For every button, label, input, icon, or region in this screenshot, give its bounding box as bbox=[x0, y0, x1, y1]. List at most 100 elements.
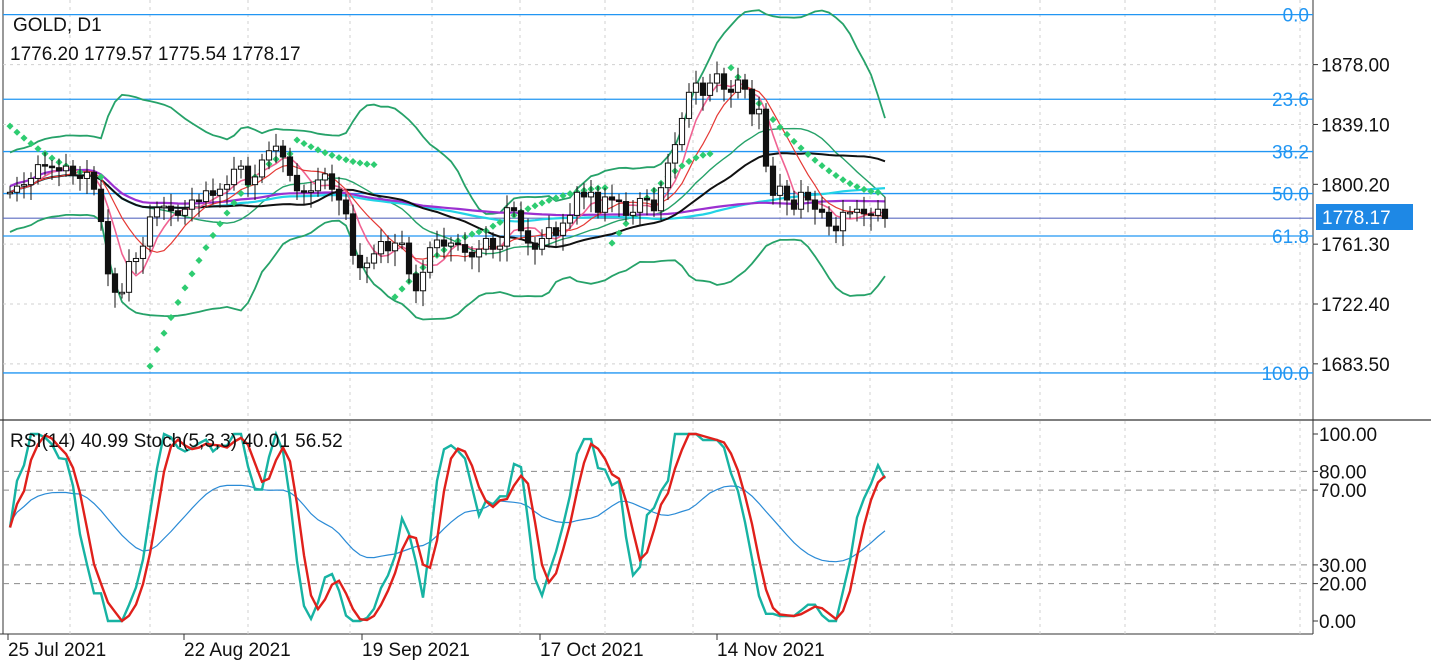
candle-body bbox=[454, 242, 462, 246]
candle-body bbox=[356, 254, 364, 269]
candle-body bbox=[790, 199, 798, 210]
sar-dot bbox=[293, 136, 301, 144]
fib-level-label: 100.0 bbox=[1261, 364, 1309, 385]
candle-body bbox=[685, 91, 693, 119]
candle-body bbox=[769, 165, 777, 196]
candle-body bbox=[293, 174, 301, 192]
candle-body bbox=[258, 159, 266, 178]
sar-dot bbox=[307, 143, 315, 151]
candle-body bbox=[244, 165, 252, 186]
price-tick-label: 1839.10 bbox=[1321, 115, 1390, 136]
sar-dot bbox=[398, 285, 406, 293]
candle-body bbox=[181, 208, 189, 216]
candle-body bbox=[622, 201, 630, 216]
candle-body bbox=[776, 185, 784, 196]
candle-body bbox=[342, 199, 350, 215]
candle-body bbox=[580, 191, 588, 198]
candle-body bbox=[860, 208, 868, 215]
candle-body bbox=[62, 165, 70, 172]
candle-body bbox=[230, 168, 238, 186]
candle-body bbox=[797, 191, 805, 210]
candle-body bbox=[251, 176, 259, 186]
sar-dot bbox=[727, 64, 735, 72]
candle-body bbox=[447, 242, 455, 247]
candle-body bbox=[398, 242, 406, 246]
sar-dot bbox=[356, 159, 364, 167]
candle-body bbox=[153, 207, 161, 218]
sar-dot bbox=[181, 284, 189, 292]
sar-dot bbox=[202, 244, 210, 252]
fib-level-label: 38.2 bbox=[1272, 143, 1309, 164]
sar-dot bbox=[174, 298, 182, 306]
indicator-label: RSI(14) 40.99 Stoch(5,3,3) 40.01 56.52 bbox=[10, 431, 343, 452]
grid bbox=[3, 0, 1313, 634]
candle-body bbox=[195, 199, 203, 203]
sar-dot bbox=[790, 137, 798, 145]
sar-dot bbox=[195, 256, 203, 264]
sar-dot bbox=[608, 239, 616, 247]
time-tick-label: 22 Aug 2021 bbox=[184, 640, 291, 661]
candle-body bbox=[6, 191, 14, 195]
candle-body bbox=[741, 79, 749, 90]
candle-body bbox=[111, 273, 119, 293]
candle-body bbox=[867, 213, 875, 216]
fib-level-label: 50.0 bbox=[1272, 185, 1309, 206]
candle-body bbox=[377, 241, 385, 255]
candle-body bbox=[27, 177, 35, 186]
candle-body bbox=[146, 216, 154, 247]
sar-dot bbox=[370, 161, 378, 169]
candle-body bbox=[657, 187, 665, 212]
candle-body bbox=[412, 273, 420, 292]
candle-body bbox=[482, 237, 490, 250]
sar-dot bbox=[160, 329, 168, 337]
candle-body bbox=[755, 108, 763, 115]
time-tick-label: 17 Oct 2021 bbox=[540, 640, 644, 661]
candle-body bbox=[594, 191, 602, 213]
sar-dot bbox=[489, 222, 497, 230]
sar-dot bbox=[363, 160, 371, 168]
candle-body bbox=[678, 117, 686, 146]
candle-body bbox=[762, 108, 770, 167]
candle-body bbox=[440, 239, 448, 247]
candle-body bbox=[237, 165, 245, 170]
sar-dot bbox=[209, 231, 217, 239]
price-tick-label: 1722.40 bbox=[1321, 295, 1390, 316]
sar-dot bbox=[538, 199, 546, 207]
time-tick-label: 19 Sep 2021 bbox=[362, 640, 470, 661]
sar-dot bbox=[153, 345, 161, 353]
candle-body bbox=[587, 191, 595, 198]
candle-body bbox=[566, 214, 574, 224]
sar-dot bbox=[223, 209, 231, 217]
fib-level-label: 61.8 bbox=[1272, 227, 1309, 248]
sar-dot bbox=[300, 139, 308, 148]
axes: 1878.00 1839.10 1800.20 1761.30 1722.40 1683.… bbox=[7, 56, 1390, 661]
sar-dot bbox=[860, 185, 868, 193]
candle-body bbox=[713, 73, 721, 84]
candle-body bbox=[41, 164, 49, 167]
sar-dot bbox=[797, 144, 805, 152]
candle-body bbox=[391, 242, 399, 252]
sar-dot bbox=[216, 220, 224, 228]
indicator-panel bbox=[8, 430, 887, 623]
candle-body bbox=[405, 242, 413, 275]
candle-body bbox=[69, 165, 77, 176]
stoch-signal-line bbox=[8, 432, 886, 623]
candle-body bbox=[167, 205, 175, 212]
candle-body bbox=[279, 145, 287, 158]
sar-dot bbox=[335, 154, 343, 162]
candle-body bbox=[573, 191, 581, 216]
sar-dot bbox=[314, 146, 322, 154]
candle-body bbox=[671, 144, 679, 164]
ohlc-label: 1776.20 1779.57 1775.54 1778.17 bbox=[10, 44, 301, 65]
current-price-value: 1778.17 bbox=[1322, 208, 1391, 229]
candle-body bbox=[839, 211, 847, 232]
sar-dot bbox=[818, 162, 826, 170]
candle-body bbox=[636, 197, 644, 213]
candle-body bbox=[209, 190, 217, 196]
candle-body bbox=[461, 244, 469, 253]
sar-dot bbox=[531, 202, 539, 210]
candle-body bbox=[503, 207, 511, 247]
symbol-label: GOLD, D1 bbox=[13, 15, 102, 36]
sar-dot bbox=[328, 151, 336, 159]
candle-body bbox=[552, 227, 560, 236]
